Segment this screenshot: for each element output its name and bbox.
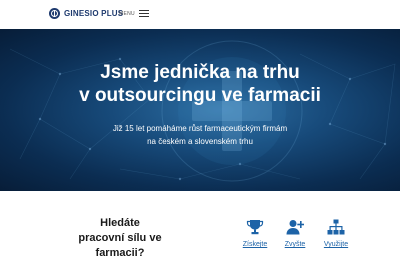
- hero-title: Jsme jednička na trhu v outsourcingu ve …: [0, 61, 400, 107]
- org-chart-icon: [327, 219, 345, 235]
- trophy-icon: [246, 220, 264, 235]
- hamburger-icon: [138, 10, 149, 17]
- feature-item-vyuzijte[interactable]: Využijte: [324, 219, 348, 248]
- feature-item-zvyste[interactable]: Zvyšte: [283, 219, 307, 248]
- section-headline: Hledáte pracovní sílu ve farmacii?: [70, 216, 170, 261]
- feature-label-zvyste[interactable]: Zvyšte: [285, 241, 306, 248]
- hero-title-line-1: Jsme jednička na trhu: [100, 62, 300, 83]
- hero-subtitle-line-2: na českém a slovenském trhu: [147, 137, 253, 146]
- hero-subtitle-line-1: Již 15 let pomáháme růst farmaceutickým …: [112, 124, 288, 133]
- add-user-icon: [286, 220, 304, 235]
- section-headline-line-1: Hledáte: [100, 217, 140, 229]
- hero-background: [9, 40, 396, 182]
- menu-label: MENU: [119, 10, 135, 17]
- section-headline-line-2: pracovní sílu ve: [78, 232, 162, 244]
- services-section: Hledáte pracovní sílu ve farmacii? Získe…: [0, 191, 400, 259]
- section-headline-line-3: farmacii?: [95, 247, 145, 259]
- logo[interactable]: GINESIO PLUS: [49, 8, 123, 19]
- site-header: GINESIO PLUS MENU: [0, 0, 400, 29]
- logo-text: GINESIO PLUS: [64, 9, 124, 18]
- feature-item-ziskejte[interactable]: Získejte: [243, 219, 267, 248]
- hero-banner: Jsme jednička na trhu v outsourcingu ve …: [0, 29, 400, 191]
- feature-label-vyuzijte[interactable]: Využijte: [324, 241, 348, 248]
- feature-label-ziskejte[interactable]: Získejte: [243, 241, 268, 248]
- logo-globe-icon: [49, 8, 60, 19]
- menu-button[interactable]: MENU: [119, 10, 149, 17]
- hero-subtitle: Již 15 let pomáháme růst farmaceutickým …: [0, 122, 400, 148]
- hero-title-line-2: v outsourcingu ve farmacii: [79, 85, 321, 106]
